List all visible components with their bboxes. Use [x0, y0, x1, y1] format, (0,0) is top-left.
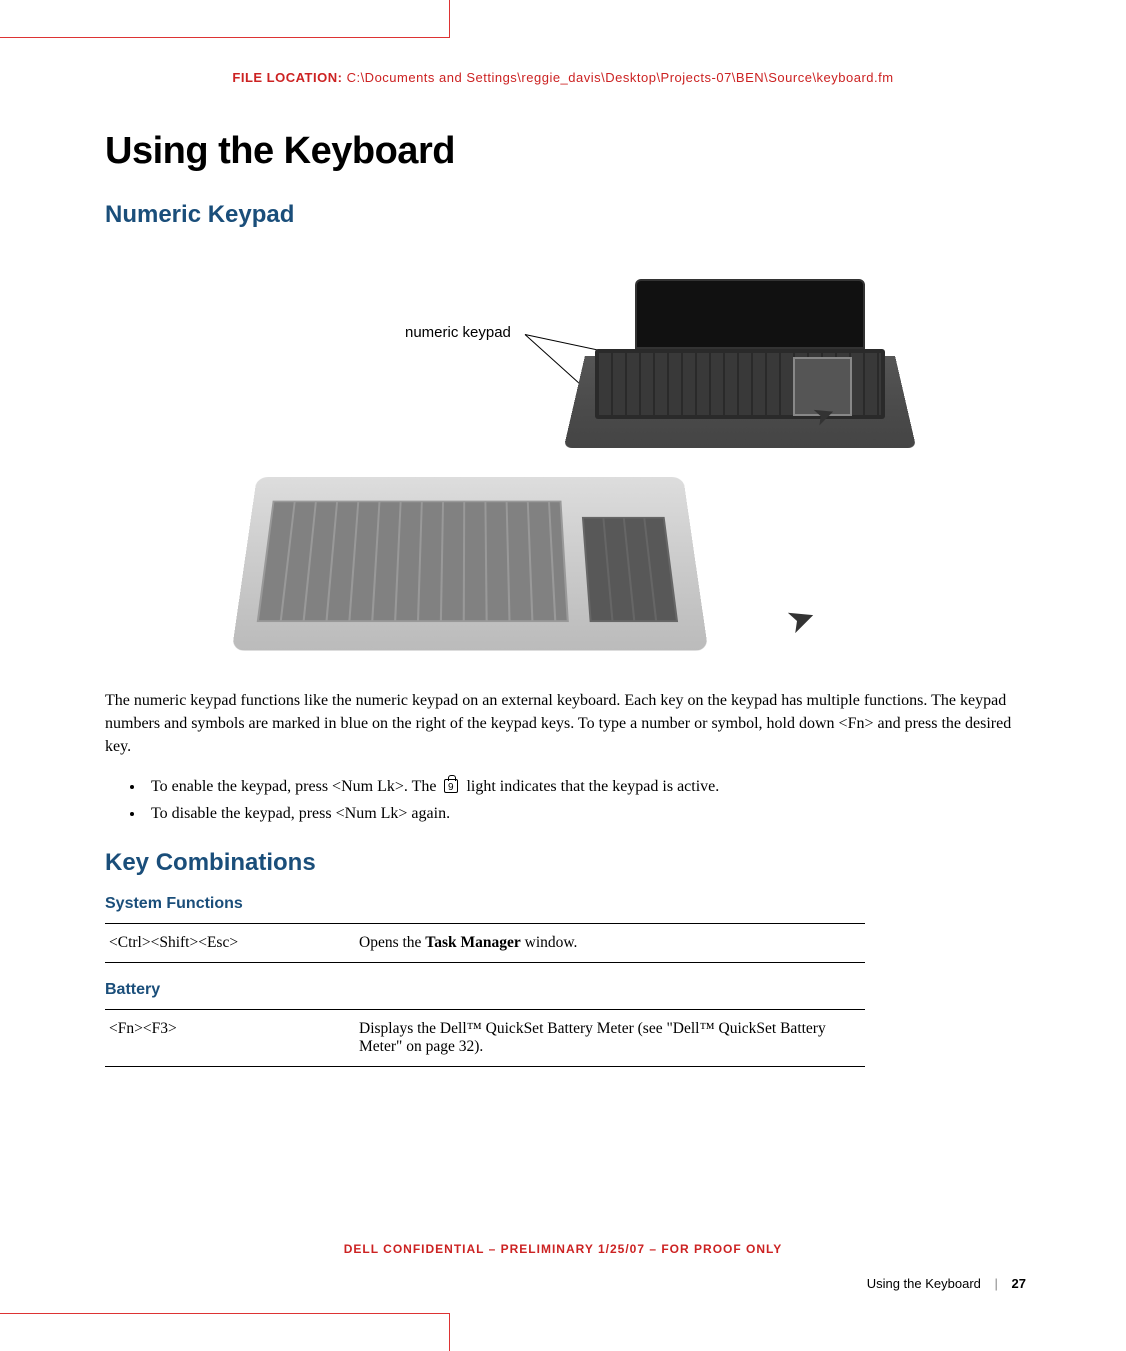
key-combo-cell: <Fn><F3>: [105, 1009, 355, 1066]
desktop-numpad: [582, 517, 678, 622]
callout-numeric-keypad: numeric keypad: [405, 324, 511, 341]
page-title: Using the Keyboard: [105, 130, 1025, 173]
table-row: <Fn><F3> Displays the Dell™ QuickSet Bat…: [105, 1009, 865, 1066]
keypad-figure: numeric keypad ➤ ➤: [185, 259, 945, 659]
description-cell: Displays the Dell™ QuickSet Battery Mete…: [355, 1009, 865, 1066]
desktop-main-keys: [257, 501, 569, 622]
page-footer: Using the Keyboard | 27: [867, 1276, 1026, 1291]
page-root: FILE LOCATION: C:\Documents and Settings…: [0, 0, 1126, 1351]
content-area: Using the Keyboard Numeric Keypad numeri…: [105, 130, 1025, 1075]
bullet-text-pre: To enable the keypad, press <Num Lk>. Th…: [151, 778, 440, 795]
bullet-list: To enable the keypad, press <Num Lk>. Th…: [145, 773, 1025, 827]
laptop-screen: [635, 279, 865, 349]
laptop-illustration: ➤: [575, 279, 905, 469]
section-heading-numeric-keypad: Numeric Keypad: [105, 201, 1025, 229]
desktop-keyboard-illustration: [232, 477, 708, 651]
table-row: <Ctrl><Shift><Esc> Opens the Task Manage…: [105, 923, 865, 962]
numlock-icon: [444, 779, 458, 793]
numeric-keypad-paragraph: The numeric keypad functions like the nu…: [105, 689, 1025, 759]
desc-post: window.: [521, 934, 578, 951]
file-location-label: FILE LOCATION:: [232, 70, 342, 85]
system-functions-table: <Ctrl><Shift><Esc> Opens the Task Manage…: [105, 923, 865, 963]
footer-page-number: 27: [1012, 1276, 1026, 1291]
bullet-text-post: light indicates that the keypad is activ…: [466, 778, 719, 795]
list-item: To enable the keypad, press <Num Lk>. Th…: [145, 773, 1025, 800]
subheading-system-functions: System Functions: [105, 895, 1025, 913]
footer-section: Using the Keyboard: [867, 1276, 981, 1291]
list-item: To disable the keypad, press <Num Lk> ag…: [145, 800, 1025, 827]
file-location-line: FILE LOCATION: C:\Documents and Settings…: [0, 70, 1126, 85]
description-cell: Opens the Task Manager window.: [355, 923, 865, 962]
crop-mark-bottom: [0, 1313, 450, 1351]
desc-bold: Task Manager: [425, 934, 520, 951]
key-combo-cell: <Ctrl><Shift><Esc>: [105, 923, 355, 962]
confidential-footer: DELL CONFIDENTIAL – PRELIMINARY 1/25/07 …: [0, 1242, 1126, 1256]
desc-pre: Opens the: [359, 934, 425, 951]
battery-table: <Fn><F3> Displays the Dell™ QuickSet Bat…: [105, 1009, 865, 1067]
bullet-text: To disable the keypad, press <Num Lk> ag…: [151, 805, 450, 822]
subheading-battery: Battery: [105, 981, 1025, 999]
file-location-path: C:\Documents and Settings\reggie_davis\D…: [347, 70, 894, 85]
footer-separator: |: [995, 1276, 998, 1291]
cursor-icon: ➤: [781, 595, 821, 642]
crop-mark-top: [0, 0, 450, 38]
section-heading-key-combinations: Key Combinations: [105, 849, 1025, 877]
